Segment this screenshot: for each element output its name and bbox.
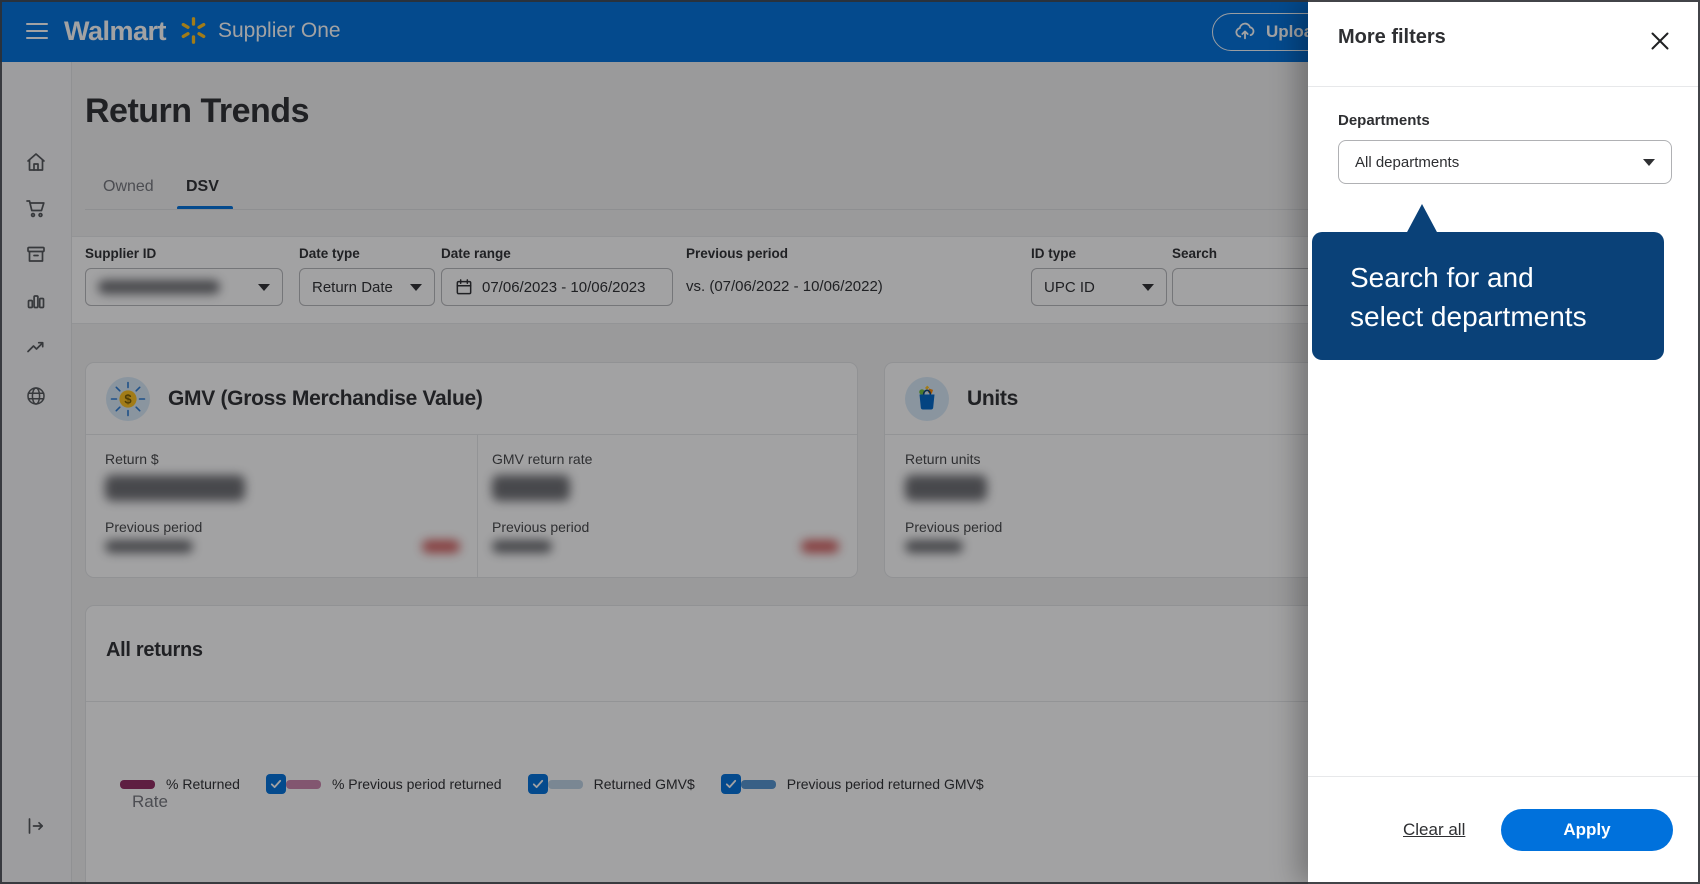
departments-value: All departments (1355, 153, 1460, 171)
departments-select[interactable]: All departments (1338, 140, 1672, 184)
apply-button[interactable]: Apply (1501, 809, 1673, 851)
chevron-down-icon (1643, 158, 1655, 166)
more-filters-panel: More filters Departments All departments… (1308, 0, 1700, 884)
panel-header-divider (1308, 86, 1700, 87)
departments-label: Departments (1338, 112, 1430, 129)
departments-tooltip: Search for and select departments (1312, 204, 1664, 360)
app-root: Walmart Supplier One Upload Return Trend… (0, 0, 1700, 884)
tooltip-pointer (1406, 204, 1438, 234)
close-panel-button[interactable] (1646, 28, 1674, 56)
close-icon (1651, 32, 1669, 50)
tooltip-text: Search for and select departments (1350, 262, 1587, 332)
panel-title: More filters (1338, 26, 1446, 48)
clear-all-button[interactable]: Clear all (1403, 820, 1465, 840)
panel-footer-divider (1308, 776, 1700, 777)
